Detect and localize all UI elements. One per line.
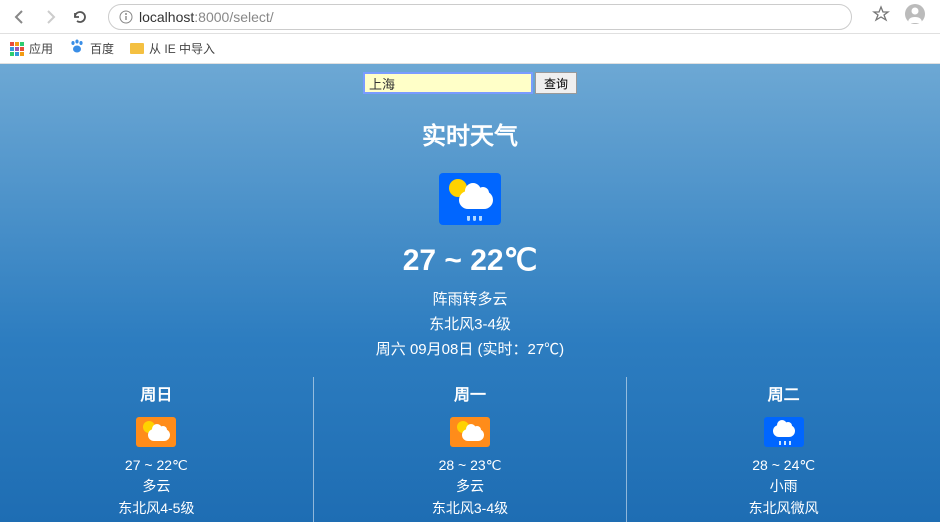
page-title: 实时天气 [0, 116, 940, 151]
forecast-wind: 东北风3-4级 [314, 498, 627, 518]
forecast-temp: 27 ~ 22℃ [0, 457, 313, 474]
bookmark-star-icon[interactable] [872, 5, 890, 28]
bookmarks-bar: 应用 百度 从 IE 中导入 [0, 34, 940, 64]
browser-toolbar: localhost:8000/select/ [0, 0, 940, 34]
back-button[interactable] [8, 5, 32, 29]
light-rain-icon [764, 417, 804, 447]
import-label: 从 IE 中导入 [149, 40, 215, 57]
apps-shortcut[interactable]: 应用 [10, 40, 53, 57]
apps-grid-icon [10, 42, 24, 56]
forecast-wind: 东北风微风 [627, 498, 940, 518]
realtime-date: 周六 09月08日 (实时：27℃) [0, 338, 940, 359]
bookmark-import-ie[interactable]: 从 IE 中导入 [130, 40, 215, 57]
forecast-row: 周日 27 ~ 22℃ 多云 东北风4-5级 周一 28 ~ 23℃ 多云 东北… [0, 377, 940, 522]
realtime-wind: 东北风3-4级 [0, 313, 940, 334]
city-input[interactable] [363, 72, 533, 94]
realtime-weather-icon [439, 173, 501, 225]
partly-cloudy-icon [136, 417, 176, 447]
arrow-right-icon [42, 9, 58, 25]
query-button[interactable]: 查询 [535, 72, 577, 94]
forecast-cond: 多云 [314, 476, 627, 496]
forecast-day-label: 周一 [314, 381, 627, 405]
reload-button[interactable] [68, 5, 92, 29]
forecast-day-0: 周日 27 ~ 22℃ 多云 东北风4-5级 [0, 377, 313, 522]
apps-label: 应用 [29, 40, 53, 57]
baidu-paw-icon [69, 38, 85, 59]
forecast-wind: 东北风4-5级 [0, 498, 313, 518]
forecast-cond: 多云 [0, 476, 313, 496]
baidu-label: 百度 [90, 40, 114, 57]
profile-avatar-icon[interactable] [904, 3, 926, 30]
address-bar[interactable]: localhost:8000/select/ [108, 4, 852, 30]
site-info-icon[interactable] [119, 10, 133, 24]
forecast-temp: 28 ~ 24℃ [627, 457, 940, 474]
forward-button[interactable] [38, 5, 62, 29]
forecast-day-label: 周二 [627, 381, 940, 405]
realtime-condition: 阵雨转多云 [0, 288, 940, 309]
forecast-day-label: 周日 [0, 381, 313, 405]
bookmark-baidu[interactable]: 百度 [69, 38, 114, 59]
partly-cloudy-icon [450, 417, 490, 447]
forecast-day-2: 周二 28 ~ 24℃ 小雨 东北风微风 [626, 377, 940, 522]
arrow-left-icon [12, 9, 28, 25]
forecast-day-1: 周一 28 ~ 23℃ 多云 东北风3-4级 [313, 377, 627, 522]
search-row: 查询 [0, 72, 940, 94]
folder-icon [130, 43, 144, 54]
reload-icon [72, 9, 88, 25]
forecast-temp: 28 ~ 23℃ [314, 457, 627, 474]
forecast-cond: 小雨 [627, 476, 940, 496]
weather-page: 查询 实时天气 27 ~ 22℃ 阵雨转多云 东北风3-4级 周六 09月08日… [0, 64, 940, 522]
realtime-temperature: 27 ~ 22℃ [0, 243, 940, 278]
url-text: localhost:8000/select/ [139, 9, 274, 25]
